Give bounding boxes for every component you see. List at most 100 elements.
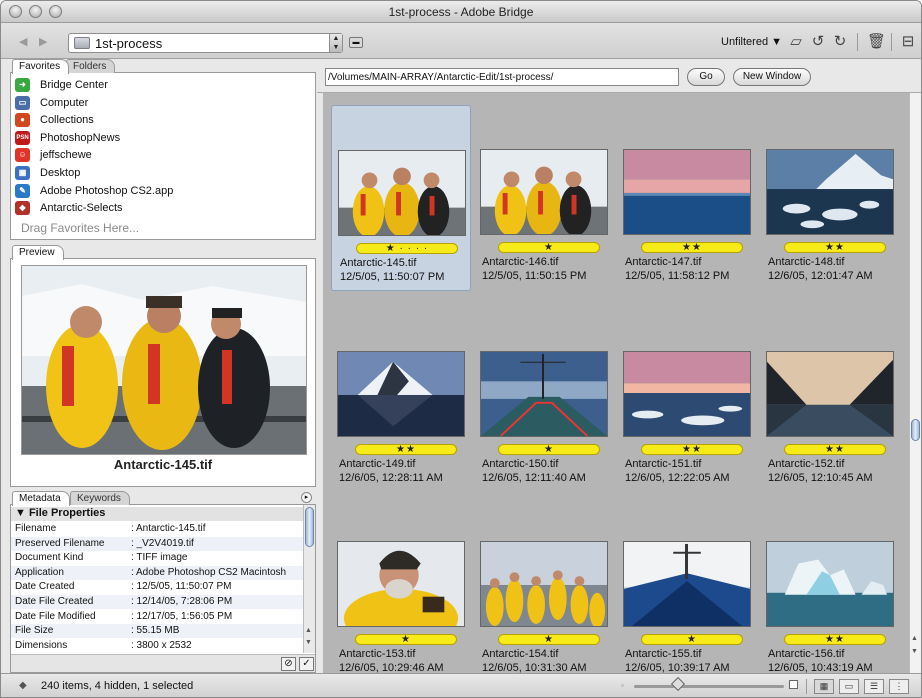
file-properties-label: File Properties (28, 507, 106, 519)
thumbnail-item[interactable]: ★★ Antarctic-151.tif 12/6/05, 12:22:05 AM (617, 337, 757, 523)
go-button[interactable]: Go (687, 68, 725, 86)
favorite-label: Desktop (40, 167, 81, 179)
thumbnail-image[interactable] (766, 541, 894, 627)
favorite-item[interactable]: ● Collections (15, 112, 313, 129)
back-arrow-icon[interactable]: ◀ (19, 35, 27, 48)
thumbnail-item[interactable]: ★★ Antarctic-148.tif 12/6/05, 12:01:47 AM (760, 105, 900, 291)
thumbnail-filename: Antarctic-154.tif (482, 648, 559, 660)
scroll-up-icon[interactable]: ▲ (911, 635, 918, 642)
thumbnail-image[interactable] (766, 351, 894, 437)
rating-stars[interactable]: ★ · · · · (356, 243, 458, 254)
compact-mode-icon[interactable]: ⊟ (899, 33, 917, 51)
rating-stars[interactable]: ★★ (355, 444, 457, 455)
address-bar: /Volumes/MAIN-ARRAY/Antarctic-Edit/1st-p… (317, 59, 921, 93)
scroll-down-icon[interactable]: ▼ (305, 639, 312, 646)
rating-stars[interactable]: ★★ (641, 242, 743, 253)
thumbnail-item[interactable]: ★ Antarctic-146.tif 12/5/05, 11:50:15 PM (474, 105, 614, 291)
thumbnail-item[interactable]: ★★ Antarctic-149.tif 12/6/05, 12:28:11 AM (331, 337, 471, 523)
thumbnail-image[interactable] (337, 351, 465, 437)
thumbnail-image[interactable] (338, 150, 466, 237)
favorite-item[interactable]: ◆ Antarctic-Selects (15, 200, 313, 217)
thumbnail-image[interactable] (480, 149, 608, 236)
favorite-item[interactable]: ▦ Desktop (15, 165, 313, 182)
rating-stars[interactable]: ★★ (784, 634, 886, 645)
toolbar-divider (857, 33, 858, 51)
cancel-edit-icon[interactable]: ⊘ (281, 657, 296, 671)
versions-view-button[interactable]: ⋮ (889, 679, 909, 694)
rating-stars[interactable]: ★ (641, 634, 743, 645)
favorite-item[interactable]: PSN PhotoshopNews (15, 130, 313, 147)
forward-arrow-icon[interactable]: ▶ (39, 35, 47, 48)
tab-folders[interactable]: Folders (66, 59, 116, 73)
toggle-panels-icon[interactable]: ◆ (19, 680, 27, 691)
favorite-item[interactable]: ➜ Bridge Center (15, 77, 313, 94)
filter-menu[interactable]: Unfiltered ▼ (721, 36, 782, 48)
metadata-row: File Size: 55.15 MB (11, 624, 303, 639)
content-scroll-thumb[interactable] (911, 419, 920, 441)
tab-metadata[interactable]: Metadata (12, 491, 70, 506)
thumbnails-view-button[interactable]: ▦ (814, 679, 834, 694)
metadata-row: Date File Created: 12/14/05, 7:28:06 PM (11, 595, 303, 609)
window-title: 1st-process - Adobe Bridge (388, 5, 534, 19)
rating-stars[interactable]: ★ (498, 242, 600, 253)
favorite-item[interactable]: ▭ Computer (15, 95, 313, 112)
favorite-icon: ☺ (15, 148, 30, 163)
thumbnail-filename: Antarctic-146.tif (482, 256, 559, 268)
thumbnail-item[interactable]: ★★ Antarctic-147.tif 12/5/05, 11:58:12 PM (617, 105, 757, 291)
tab-favorites[interactable]: Favorites (12, 59, 70, 74)
metadata-value: : 12/17/05, 1:56:05 PM (131, 610, 233, 622)
rating-stars[interactable]: ★ (498, 444, 600, 455)
file-properties-heading[interactable]: ▼ File Properties (11, 507, 303, 521)
thumbnail-image[interactable] (623, 351, 751, 437)
metadata-scrollbar[interactable]: ▲ ▼ (303, 505, 315, 653)
preview-photo (22, 266, 306, 454)
folder-icon (74, 37, 90, 49)
favorite-item[interactable]: ☺ jeffschewe (15, 147, 313, 164)
rating-stars[interactable]: ★★ (784, 444, 886, 455)
metadata-tabs: Metadata Keywords ▸ (10, 491, 316, 506)
metadata-value: : 55.15 MB (131, 625, 180, 637)
thumbnail-filename: Antarctic-148.tif (768, 256, 845, 268)
path-input[interactable]: /Volumes/MAIN-ARRAY/Antarctic-Edit/1st-p… (325, 68, 679, 86)
metadata-scroll-thumb[interactable] (305, 507, 314, 547)
trash-icon[interactable]: 🗑 (867, 33, 886, 51)
rating-stars[interactable]: ★ (355, 634, 457, 645)
filmstrip-view-button[interactable]: ▭ (839, 679, 859, 694)
thumbnail-image[interactable] (766, 149, 894, 235)
thumbnail-image[interactable] (480, 541, 608, 628)
thumbnail-item[interactable]: ★★ Antarctic-152.tif 12/6/05, 12:10:45 AM (760, 337, 900, 523)
thumbnail-size-slider[interactable] (634, 685, 784, 688)
thumbnail-image[interactable] (623, 149, 751, 235)
rotate-left-icon[interactable]: ↺ (809, 33, 827, 51)
details-view-button[interactable]: ☰ (864, 679, 884, 694)
thumbnail-image[interactable] (480, 351, 608, 437)
thumbnail-image[interactable] (623, 541, 751, 627)
small-thumb-icon[interactable]: ▫ (621, 681, 624, 690)
thumbnail-item[interactable]: ★ Antarctic-150.tif 12/6/05, 12:11:40 AM (474, 337, 614, 523)
go-up-folder-icon[interactable]: ▬ (349, 37, 363, 48)
rotate-right-icon[interactable]: ↻ (831, 33, 849, 51)
rating-stars[interactable]: ★ (498, 634, 600, 645)
folder-path-popup[interactable]: 1st-process ▲ ▼ (68, 33, 343, 53)
content-scrollbar[interactable]: ▲ ▼ (909, 93, 921, 673)
new-window-button[interactable]: New Window (733, 68, 811, 86)
thumbnail-filename: Antarctic-150.tif (482, 458, 559, 470)
metadata-value: : _V2V4019.tif (131, 537, 194, 549)
rating-stars[interactable]: ★★ (784, 242, 886, 253)
panel-menu-icon[interactable]: ▸ (301, 492, 312, 503)
new-folder-icon[interactable]: ▱ (787, 33, 805, 51)
slider-knob[interactable] (670, 676, 686, 692)
tab-preview[interactable]: Preview (12, 245, 64, 260)
large-thumb-icon[interactable] (789, 680, 798, 689)
rating-stars[interactable]: ★★ (641, 444, 743, 455)
scroll-down-icon[interactable]: ▼ (911, 648, 918, 655)
thumbnail-image[interactable] (337, 541, 465, 648)
favorite-item[interactable]: ✎ Adobe Photoshop CS2.app (15, 183, 313, 200)
thumbnail-date: 12/5/05, 11:50:15 PM (482, 270, 587, 282)
tab-keywords[interactable]: Keywords (70, 491, 130, 505)
metadata-value: : 3800 x 2532 (131, 639, 192, 651)
thumbnail-item[interactable]: ★ · · · · Antarctic-145.tif 12/5/05, 11:50… (331, 105, 471, 291)
current-folder-label: 1st-process (95, 36, 163, 51)
scroll-up-icon[interactable]: ▲ (305, 627, 312, 634)
apply-edit-icon[interactable]: ✓ (299, 657, 314, 671)
